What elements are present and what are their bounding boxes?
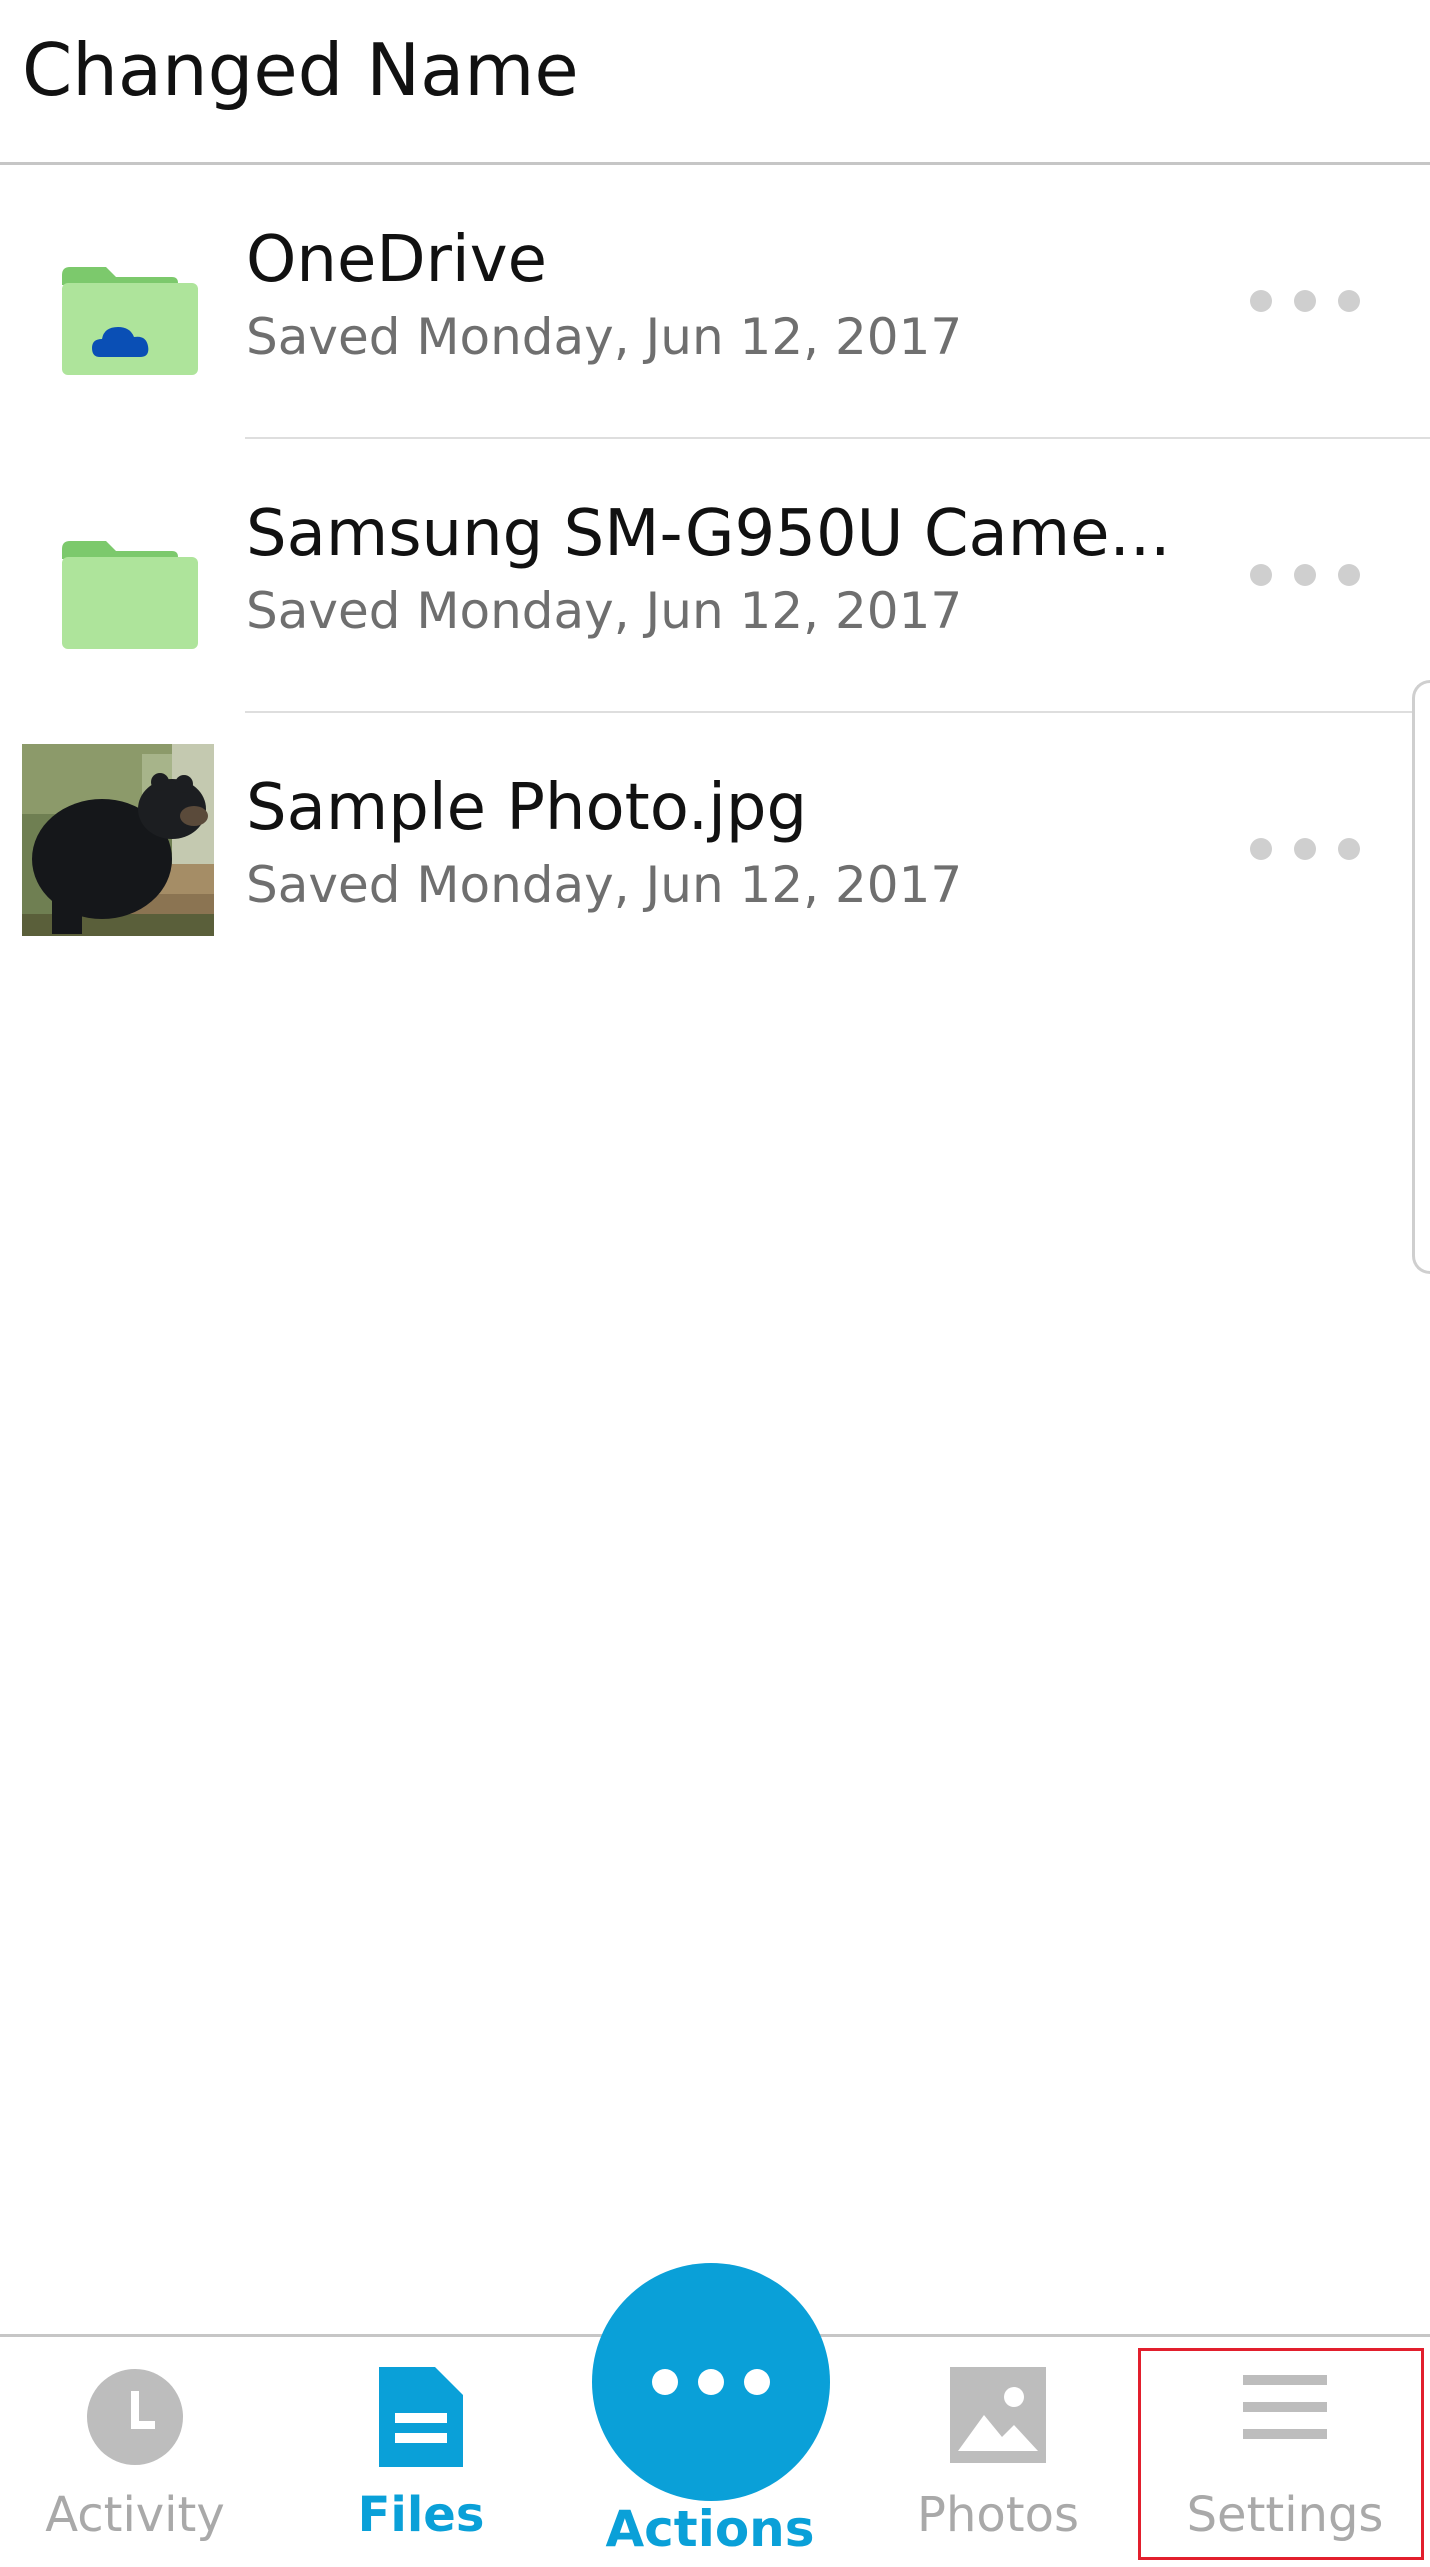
dot-icon (698, 2369, 724, 2395)
item-title: OneDrive (246, 223, 547, 297)
actions-button[interactable] (592, 2263, 830, 2501)
item-title: Samsung SM-G950U Came... (246, 497, 1171, 571)
image-icon (950, 2367, 1046, 2467)
dot-icon (652, 2369, 678, 2395)
file-icon (379, 2367, 463, 2471)
folder-icon (22, 479, 214, 671)
nav-label: Files (357, 2487, 485, 2543)
item-subtitle: Saved Monday, Jun 12, 2017 (246, 582, 963, 640)
nav-label: Photos (917, 2487, 1079, 2543)
list-item-samsung-folder[interactable]: Samsung SM-G950U Came... Saved Monday, J… (0, 439, 1430, 713)
item-title: Sample Photo.jpg (246, 771, 808, 845)
actions-label: Actions (605, 2500, 815, 2558)
nav-photos[interactable]: Photos (883, 2337, 1113, 2567)
scroll-handle[interactable] (1412, 680, 1430, 1274)
more-options-button[interactable] (1250, 271, 1360, 331)
list-item-onedrive[interactable]: OneDrive Saved Monday, Jun 12, 2017 (0, 165, 1430, 439)
app-header: Changed Name (0, 0, 1430, 165)
more-options-button[interactable] (1250, 819, 1360, 879)
list-item-sample-photo[interactable]: Sample Photo.jpg Saved Monday, Jun 12, 2… (0, 713, 1430, 987)
nav-files[interactable]: Files (306, 2337, 536, 2567)
photo-thumbnail (22, 744, 214, 936)
onedrive-folder-icon (22, 205, 214, 397)
settings-highlight (1138, 2348, 1424, 2560)
item-subtitle: Saved Monday, Jun 12, 2017 (246, 856, 963, 914)
nav-label: Activity (45, 2487, 225, 2543)
page-title: Changed Name (22, 28, 579, 112)
dot-icon (744, 2369, 770, 2395)
item-subtitle: Saved Monday, Jun 12, 2017 (246, 308, 963, 366)
clock-icon (85, 2367, 185, 2471)
more-options-button[interactable] (1250, 545, 1360, 605)
nav-activity[interactable]: Activity (20, 2337, 250, 2567)
